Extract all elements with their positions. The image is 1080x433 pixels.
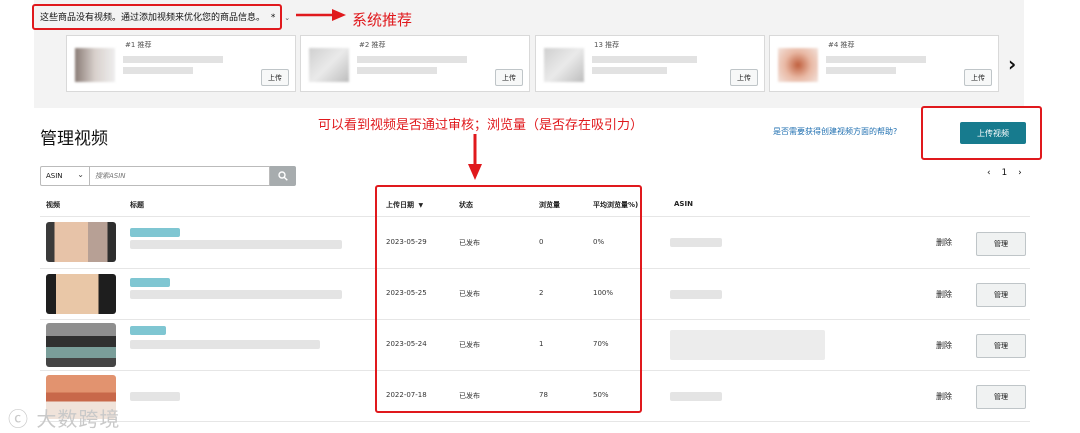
delete-link[interactable]: 删除 — [936, 391, 952, 402]
video-thumbnail[interactable] — [46, 323, 116, 367]
next-page-icon[interactable]: › — [1018, 168, 1022, 178]
asin-filter-select[interactable]: ASIN ⌄ — [40, 166, 90, 186]
upload-button[interactable]: 上传 — [730, 69, 758, 86]
chevron-down-icon: ⌄ — [77, 170, 84, 179]
manage-button[interactable]: 管理 — [976, 385, 1026, 409]
annotation-arrow-right-icon — [296, 9, 346, 21]
blurred-product-name — [592, 56, 697, 63]
page-title: 管理视频 — [40, 129, 108, 149]
pagination: ‹ 1 › — [983, 168, 1026, 178]
delete-link[interactable]: 删除 — [936, 237, 952, 248]
prev-page-icon[interactable]: ‹ — [987, 168, 991, 178]
search-input[interactable] — [90, 166, 270, 186]
blurred-title — [130, 278, 170, 287]
annotation-box-message — [32, 4, 282, 30]
upload-button[interactable]: 上传 — [964, 69, 992, 86]
blurred-title — [130, 228, 180, 237]
delete-link[interactable]: 删除 — [936, 340, 952, 351]
search-icon — [278, 171, 288, 181]
blurred-asin — [670, 330, 825, 360]
blurred-title — [130, 240, 342, 249]
recommendation-card[interactable]: #1 推荐 上传 — [66, 35, 296, 92]
product-thumbnail — [544, 48, 584, 82]
annotation-review-note: 可以看到视频是否通过审核；浏览量（是否存在吸引力） — [318, 118, 644, 133]
blurred-title — [130, 290, 342, 299]
help-link[interactable]: 是否需要获得创建视频方面的帮助? — [773, 126, 897, 137]
product-thumbnail — [75, 48, 115, 82]
watermark: ⓒ 大数跨境 — [8, 403, 120, 432]
chevron-down-icon[interactable]: ⌄ — [284, 14, 290, 22]
upload-button[interactable]: 上传 — [495, 69, 523, 86]
upload-button[interactable]: 上传 — [261, 69, 289, 86]
col-title: 标题 — [130, 201, 144, 209]
blurred-asin — [670, 290, 722, 299]
blurred-title — [130, 326, 166, 335]
watermark-logo-icon: ⓒ — [8, 407, 29, 431]
row-divider — [40, 421, 1030, 422]
video-thumbnail[interactable] — [46, 222, 116, 262]
blurred-product-name — [826, 67, 896, 74]
blurred-product-name — [357, 67, 437, 74]
col-video: 视频 — [46, 201, 60, 209]
col-asin: ASIN — [674, 200, 693, 208]
product-thumbnail — [309, 48, 349, 82]
rec-rank: 13 推荐 — [594, 41, 620, 49]
delete-link[interactable]: 删除 — [936, 289, 952, 300]
blurred-product-name — [123, 56, 223, 63]
product-thumbnail — [778, 48, 818, 82]
annotation-box-stats — [375, 185, 642, 413]
manage-button[interactable]: 管理 — [976, 232, 1026, 256]
rec-rank: #2 推荐 — [359, 41, 386, 49]
annotation-arrow-down-icon — [468, 134, 482, 180]
rec-rank: #4 推荐 — [828, 41, 855, 49]
blurred-product-name — [826, 56, 926, 63]
upload-video-button[interactable]: 上传视频 — [960, 122, 1026, 144]
manage-button[interactable]: 管理 — [976, 334, 1026, 358]
blurred-product-name — [592, 67, 667, 74]
rec-rank: #1 推荐 — [125, 41, 152, 49]
blurred-asin — [670, 392, 722, 401]
search-button[interactable] — [270, 166, 296, 186]
blurred-asin — [670, 238, 722, 247]
blurred-product-name — [357, 56, 467, 63]
manage-button[interactable]: 管理 — [976, 283, 1026, 307]
current-page[interactable]: 1 — [1001, 168, 1007, 178]
watermark-text: 大数跨境 — [36, 407, 121, 431]
blurred-title — [130, 392, 180, 401]
blurred-title — [130, 340, 320, 349]
blurred-product-name — [123, 67, 193, 74]
recommendation-card[interactable]: #4 推荐 上传 — [769, 35, 999, 92]
chevron-right-icon[interactable]: › — [1008, 52, 1016, 76]
annotation-system-recommend: 系统推荐 — [352, 11, 413, 29]
recommendation-card[interactable]: #2 推荐 上传 — [300, 35, 530, 92]
video-thumbnail[interactable] — [46, 274, 116, 314]
filter-value: ASIN — [46, 172, 63, 180]
recommendation-card[interactable]: 13 推荐 上传 — [535, 35, 765, 92]
